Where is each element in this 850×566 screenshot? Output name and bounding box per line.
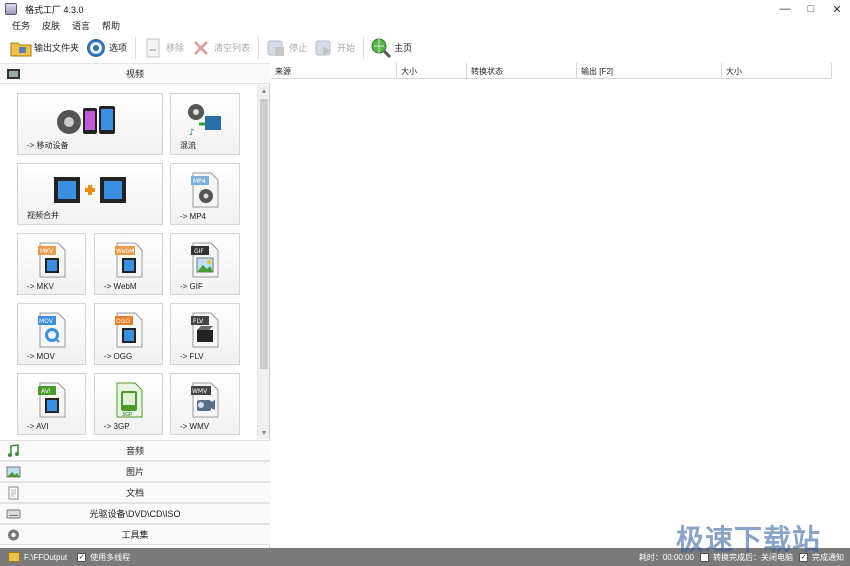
window-controls: — □ ✕ bbox=[772, 0, 850, 18]
tile-mux[interactable]: ♪ 混流 bbox=[170, 93, 240, 155]
category-optical[interactable]: 光驱设备\DVD\CD\ISO bbox=[0, 503, 270, 524]
svg-text:AVI: AVI bbox=[41, 388, 51, 395]
toolbar-separator bbox=[258, 36, 260, 59]
category-document[interactable]: 文档 bbox=[0, 482, 270, 503]
mux-icon: ♪ bbox=[171, 100, 239, 140]
video-tool-grid: -> 移动设备 ♪ 混流 视频合并 MP4 -> MP4 MKV -> MKV … bbox=[0, 85, 256, 439]
picture-icon bbox=[6, 466, 21, 478]
menu-skin[interactable]: 皮肤 bbox=[42, 19, 60, 32]
column-status[interactable]: 转换状态 bbox=[467, 63, 577, 79]
svg-text:WMV: WMV bbox=[192, 388, 208, 395]
window-title: 格式工厂 4.3.0 bbox=[25, 4, 84, 15]
category-video[interactable]: 视频 bbox=[0, 63, 270, 84]
flv-file-icon: FLV bbox=[171, 310, 239, 350]
tile-3gp[interactable]: 3GP -> 3GP bbox=[94, 373, 163, 435]
svg-text:GIF: GIF bbox=[194, 248, 204, 255]
options-button[interactable]: 选项 bbox=[85, 36, 127, 60]
svg-text:OGG: OGG bbox=[116, 318, 130, 325]
task-list-header: 来源 大小 转换状态 输出 [F2] 大小 bbox=[271, 63, 832, 79]
tile-flv[interactable]: FLV -> FLV bbox=[170, 303, 240, 365]
remove-button[interactable]: 移除 bbox=[142, 36, 184, 60]
home-globe-icon bbox=[370, 37, 392, 59]
disc-drive-icon bbox=[6, 509, 21, 519]
menu-language[interactable]: 语言 bbox=[72, 19, 90, 32]
gif-file-icon: GIF bbox=[171, 240, 239, 280]
remove-icon bbox=[142, 37, 164, 59]
folder-icon bbox=[10, 37, 32, 59]
gear-icon bbox=[8, 529, 19, 541]
close-button[interactable]: ✕ bbox=[824, 0, 850, 18]
stop-button[interactable]: 停止 bbox=[265, 36, 307, 60]
output-path[interactable]: F:\FFOutput bbox=[24, 553, 67, 562]
column-output-size[interactable]: 大小 bbox=[722, 63, 832, 79]
start-icon bbox=[313, 37, 335, 59]
category-tools[interactable]: 工具集 bbox=[0, 524, 270, 545]
column-source[interactable]: 来源 bbox=[271, 63, 397, 79]
output-folder-button[interactable]: 输出文件夹 bbox=[10, 36, 79, 60]
menu-help[interactable]: 帮助 bbox=[102, 19, 120, 32]
scroll-up-icon[interactable]: ▲ bbox=[258, 85, 270, 97]
tile-mobile-device[interactable]: -> 移动设备 bbox=[17, 93, 163, 155]
category-panel: 视频 -> 移动设备 ♪ 混流 视频合并 MP4 -> MP4 MKV -> M… bbox=[0, 63, 270, 548]
watermark-text: 极速下载站 bbox=[676, 524, 822, 555]
svg-text:MKV: MKV bbox=[40, 248, 54, 255]
svg-text:3GP: 3GP bbox=[122, 412, 132, 418]
ogg-file-icon: OGG bbox=[95, 310, 162, 350]
document-icon bbox=[8, 486, 19, 500]
tile-video-merge[interactable]: 视频合并 bbox=[17, 163, 163, 225]
tile-mov[interactable]: MOV -> MOV bbox=[17, 303, 86, 365]
minimize-button[interactable]: — bbox=[772, 0, 798, 18]
app-icon bbox=[5, 3, 17, 15]
svg-text:FLV: FLV bbox=[193, 318, 204, 325]
mov-file-icon: MOV bbox=[18, 310, 85, 350]
category-audio[interactable]: 音频 bbox=[0, 440, 270, 461]
mkv-file-icon: MKV bbox=[18, 240, 85, 280]
mp4-file-icon: MP4 bbox=[171, 170, 239, 210]
clear-icon bbox=[190, 37, 212, 59]
category-image[interactable]: 图片 bbox=[0, 461, 270, 482]
toolbar-separator bbox=[135, 36, 137, 59]
svg-text:WebM: WebM bbox=[116, 248, 134, 255]
stop-icon bbox=[265, 37, 287, 59]
tile-gif[interactable]: GIF -> GIF bbox=[170, 233, 240, 295]
avi-file-icon: AVI bbox=[18, 380, 85, 420]
webm-file-icon: WebM bbox=[95, 240, 162, 280]
svg-text:MP4: MP4 bbox=[193, 178, 206, 185]
multithread-checkbox[interactable]: ✓ bbox=[77, 552, 87, 562]
folder-icon[interactable] bbox=[8, 552, 20, 562]
svg-text:MOV: MOV bbox=[39, 318, 54, 325]
tool-grid-scrollbar[interactable]: ▲ ▼ bbox=[257, 85, 269, 439]
tile-ogg[interactable]: OGG -> OGG bbox=[94, 303, 163, 365]
scroll-down-icon[interactable]: ▼ bbox=[258, 427, 270, 439]
clear-list-button[interactable]: 清空列表 bbox=[190, 36, 250, 60]
column-size[interactable]: 大小 bbox=[397, 63, 467, 79]
multithread-label: 使用多线程 bbox=[90, 552, 131, 562]
film-icon bbox=[7, 69, 20, 79]
column-output[interactable]: 输出 [F2] bbox=[577, 63, 722, 79]
toolbar: 输出文件夹 选项 移除 清空列表 停止 开始 主页 bbox=[0, 33, 850, 62]
toolbar-separator bbox=[363, 36, 365, 59]
tile-mkv[interactable]: MKV -> MKV bbox=[17, 233, 86, 295]
options-icon bbox=[85, 37, 107, 59]
tile-avi[interactable]: AVI -> AVI bbox=[17, 373, 86, 435]
3gp-file-icon: 3GP bbox=[95, 380, 162, 420]
task-list: 来源 大小 转换状态 输出 [F2] 大小 bbox=[271, 63, 850, 548]
title-bar: 格式工厂 4.3.0 — □ ✕ bbox=[0, 0, 850, 18]
home-button[interactable]: 主页 bbox=[370, 36, 412, 60]
svg-text:♪: ♪ bbox=[189, 128, 195, 138]
music-note-icon bbox=[8, 444, 19, 457]
start-button[interactable]: 开始 bbox=[313, 36, 355, 60]
menu-task[interactable]: 任务 bbox=[12, 19, 30, 32]
tile-mp4[interactable]: MP4 -> MP4 bbox=[170, 163, 240, 225]
video-merge-icon bbox=[18, 170, 162, 210]
tile-webm[interactable]: WebM -> WebM bbox=[94, 233, 163, 295]
maximize-button[interactable]: □ bbox=[798, 0, 824, 18]
tile-wmv[interactable]: WMV -> WMV bbox=[170, 373, 240, 435]
mobile-device-icon bbox=[18, 100, 162, 140]
wmv-file-icon: WMV bbox=[171, 380, 239, 420]
menu-bar: 任务 皮肤 语言 帮助 bbox=[0, 18, 850, 33]
scroll-thumb[interactable] bbox=[260, 99, 268, 369]
